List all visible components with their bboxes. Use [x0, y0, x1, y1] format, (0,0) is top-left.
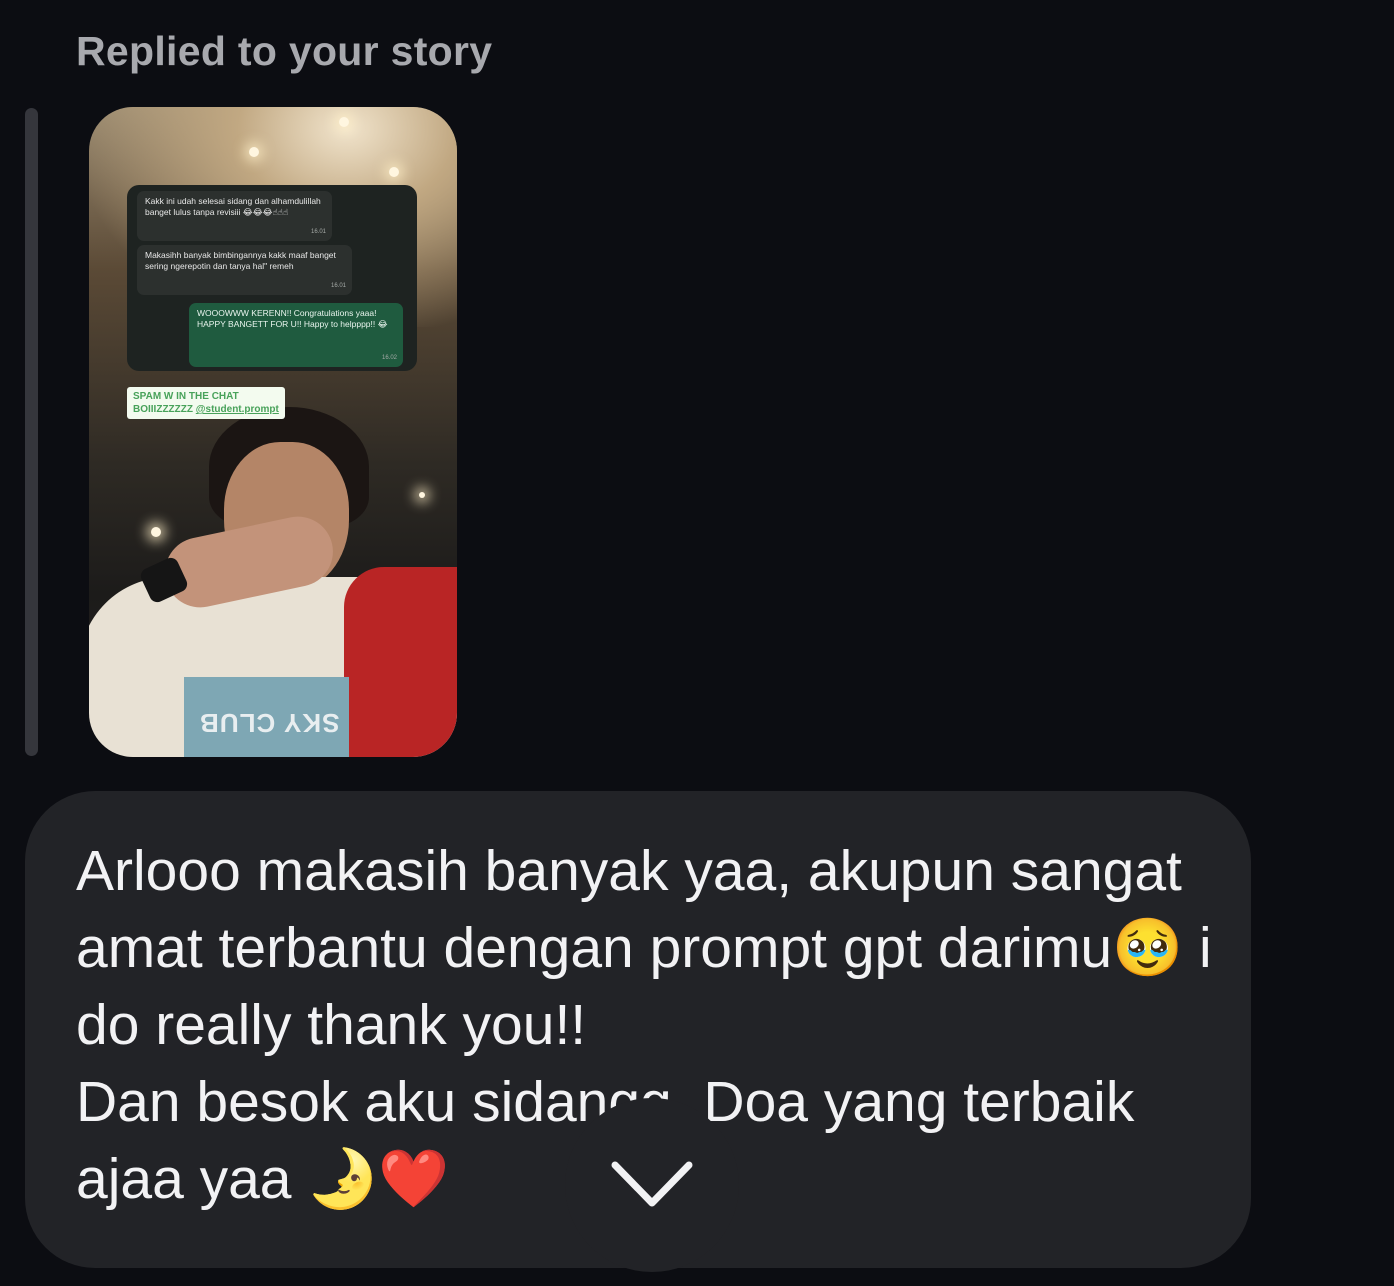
story-chat-screenshot: Kakk ini udah selesai sidang dan alhamdu… [127, 185, 417, 371]
scroll-down-button[interactable] [565, 1098, 739, 1272]
sticker-line: BOIIIZZZZZZ @student.prompt [133, 403, 279, 416]
chat-bubble-time: 16.01 [310, 229, 326, 235]
sweater-red-panel [344, 567, 457, 757]
sticker-text: BOIIIZZZZZZ [133, 404, 193, 415]
chat-bubble-time: 16.01 [330, 283, 346, 289]
quote-bar [25, 108, 38, 756]
ceiling-light [419, 492, 425, 498]
reply-header: Replied to your story [76, 28, 493, 74]
ceiling-light [389, 167, 399, 177]
chat-bubble-text: Kakk ini udah selesai sidang dan alhamdu… [145, 196, 321, 217]
story-thumbnail[interactable]: Kakk ini udah selesai sidang dan alhamdu… [89, 107, 457, 757]
chat-bubble-text: WOOOWWW KERENN!! Congratulations yaaa! H… [197, 308, 388, 329]
chevron-down-icon [611, 1161, 693, 1207]
ceiling-light [249, 147, 259, 157]
chat-bubble-outgoing: WOOOWWW KERENN!! Congratulations yaaa! H… [189, 303, 403, 367]
story-sticker: SPAM W IN THE CHAT BOIIIZZZZZZ @student.… [127, 387, 285, 419]
chat-bubble-incoming: Makasihh banyak bimbingannya kakk maaf b… [137, 245, 352, 295]
ceiling-light [151, 527, 161, 537]
ceiling-light [339, 117, 349, 127]
sticker-handle: @student.prompt [195, 404, 279, 415]
chat-bubble-incoming: Kakk ini udah selesai sidang dan alhamdu… [137, 191, 332, 241]
sweater-text: SKY CLUB [199, 708, 340, 738]
sticker-line: SPAM W IN THE CHAT [133, 391, 239, 402]
chat-bubble-time: 16.02 [381, 355, 397, 361]
chat-bubble-text: Makasihh banyak bimbingannya kakk maaf b… [145, 250, 336, 271]
